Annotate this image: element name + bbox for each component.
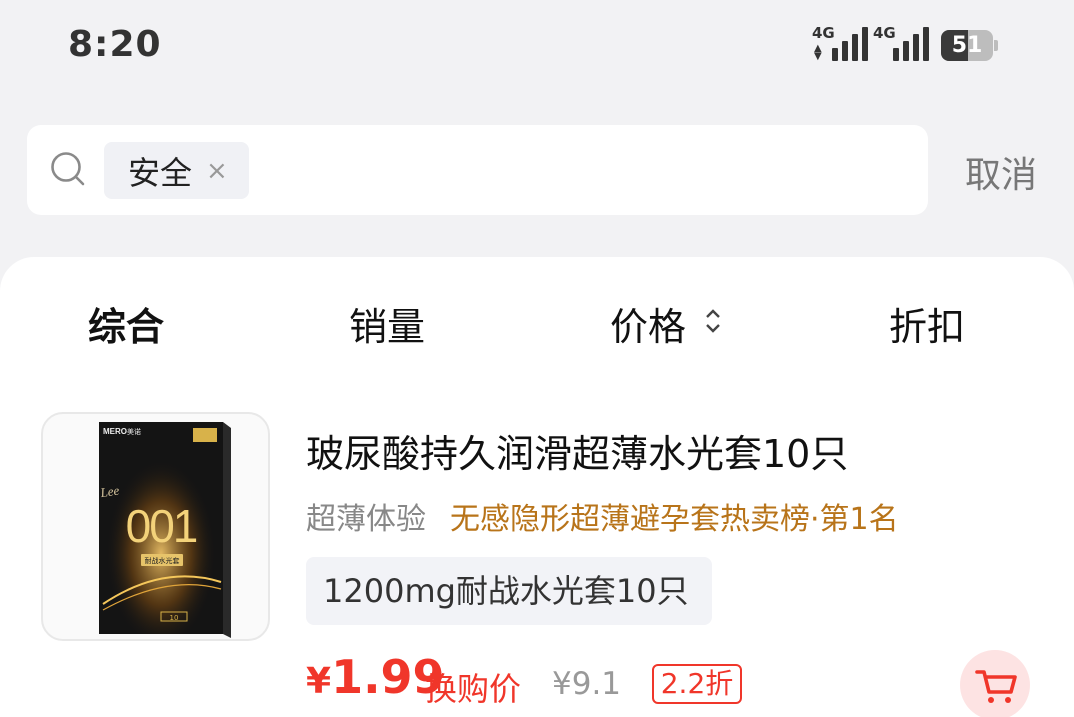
svg-text:美诺: 美诺 xyxy=(127,427,141,436)
discount-badge: 2.2折 xyxy=(652,664,742,704)
ranking-link[interactable]: 无感隐形超薄避孕套热卖榜·第1名 xyxy=(450,494,899,538)
battery-level: 51 xyxy=(951,33,983,58)
product-feature-tag: 超薄体验 xyxy=(306,502,426,537)
add-to-cart-button[interactable] xyxy=(960,650,1030,717)
cart-icon xyxy=(975,670,1017,703)
product-box-illustration: MERO 美诺 Lee 001 耐战水光套 10 xyxy=(98,422,231,638)
product-spec-chip: 1200mg耐战水光套10只 xyxy=(306,557,712,625)
price-label: 换购价 xyxy=(425,670,522,708)
product-title[interactable]: 玻尿酸持久润滑超薄水光套10只 xyxy=(306,423,848,478)
product-price: ¥1.99 xyxy=(306,650,445,704)
tab-sales[interactable]: 销量 xyxy=(349,296,425,351)
svg-text:MERO: MERO xyxy=(103,427,127,436)
svg-text:耐战水光套: 耐战水光套 xyxy=(145,556,180,565)
cancel-button[interactable]: 取消 xyxy=(965,146,1037,198)
signal-4g-icon-2: 4G xyxy=(873,24,929,61)
svg-text:001: 001 xyxy=(126,500,197,552)
signal-4g-icon: 4G ▲ ▼ xyxy=(812,24,868,62)
svg-text:10: 10 xyxy=(170,614,179,622)
tab-price[interactable]: 价格 xyxy=(610,296,686,351)
svg-text:Lee: Lee xyxy=(98,483,120,501)
original-price: ¥9.1 xyxy=(552,666,622,702)
search-icon xyxy=(51,152,85,186)
search-keyword-label: 安全 xyxy=(128,153,193,192)
status-bar: 8:20 4G ▲ ▼ 4G 51 xyxy=(0,0,1074,95)
battery-icon: 51 xyxy=(941,30,998,61)
search-input[interactable]: 安全 × xyxy=(27,125,928,215)
close-icon[interactable]: × xyxy=(206,158,228,184)
search-keyword-chip[interactable]: 安全 × xyxy=(104,142,249,199)
sort-arrows-icon xyxy=(706,309,720,333)
tab-comprehensive[interactable]: 综合 xyxy=(88,296,164,351)
product-image[interactable]: MERO 美诺 Lee 001 耐战水光套 10 xyxy=(41,412,270,641)
tab-discount[interactable]: 折扣 xyxy=(889,296,965,351)
price-currency: ¥ xyxy=(306,661,332,702)
status-time: 8:20 xyxy=(68,24,162,65)
